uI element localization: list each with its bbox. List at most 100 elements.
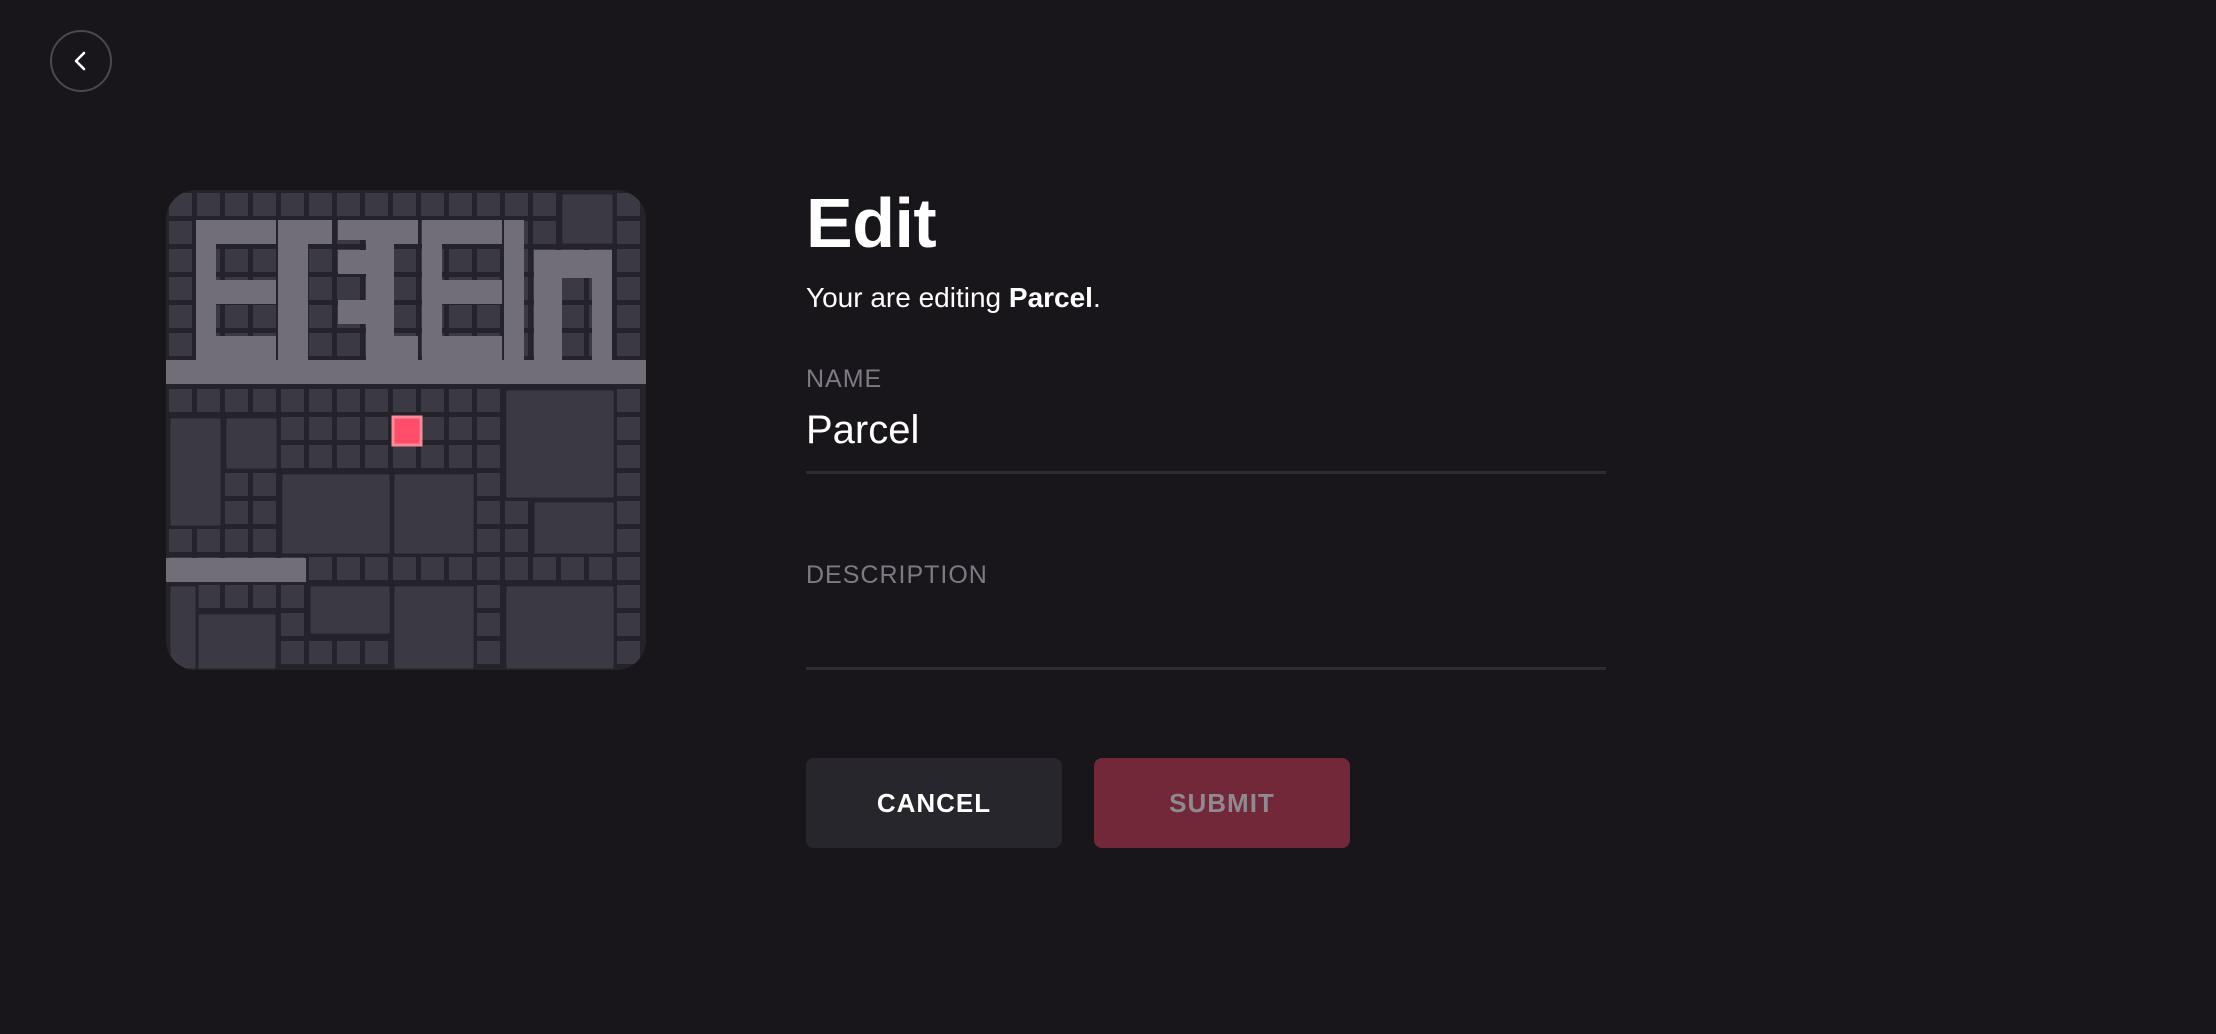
map-tile <box>337 333 360 356</box>
map-tile <box>449 305 472 328</box>
map-road <box>592 250 612 360</box>
map-tile <box>337 417 360 440</box>
map-tile <box>225 585 248 608</box>
map-tile <box>169 277 192 300</box>
map-tile <box>253 193 276 216</box>
map-tile <box>337 193 360 216</box>
map-tile <box>337 389 360 412</box>
map-tile <box>393 193 416 216</box>
map-tile <box>253 585 276 608</box>
map-tile <box>225 473 248 496</box>
map-tile <box>477 445 500 468</box>
map-tile <box>309 333 332 356</box>
map-tile <box>421 389 444 412</box>
map-tile <box>253 473 276 496</box>
map-tile <box>281 389 304 412</box>
map-tile <box>477 193 500 216</box>
map-tile <box>253 501 276 524</box>
map-tile <box>309 193 332 216</box>
map-tile <box>617 445 640 468</box>
name-input[interactable] <box>806 394 1606 474</box>
map-road <box>534 250 562 360</box>
map-tile <box>617 277 640 300</box>
map-tile <box>561 277 584 300</box>
map-tile <box>449 445 472 468</box>
cancel-button[interactable]: CANCEL <box>806 758 1062 848</box>
map-tile <box>225 193 248 216</box>
map-road <box>166 360 646 384</box>
map-tile <box>617 557 640 580</box>
map-tile <box>477 529 500 552</box>
map-road <box>196 220 216 360</box>
map-tile <box>617 333 640 356</box>
map-tile <box>561 333 584 356</box>
map-tile <box>197 529 220 552</box>
parcel-map-preview <box>166 190 646 670</box>
map-tile <box>617 613 640 636</box>
map-tile <box>561 305 584 328</box>
chevron-left-icon <box>74 51 86 71</box>
map-road <box>216 280 276 304</box>
map-tile <box>253 389 276 412</box>
map-tile <box>449 193 472 216</box>
map-tile <box>225 389 248 412</box>
map-tile <box>309 389 332 412</box>
map-tile <box>617 501 640 524</box>
map-tile <box>309 557 332 580</box>
back-button[interactable] <box>50 30 112 92</box>
map-tile <box>505 193 528 216</box>
map-road <box>562 250 592 278</box>
map-tile <box>449 557 472 580</box>
map-tile <box>309 277 332 300</box>
map-tile <box>477 641 500 664</box>
map-tile <box>617 389 640 412</box>
map-tile <box>617 417 640 440</box>
map-estate <box>307 583 393 637</box>
map-tile <box>421 417 444 440</box>
map-tile <box>617 305 640 328</box>
map-road <box>504 220 524 360</box>
map-estate <box>279 471 393 557</box>
map-tile <box>449 417 472 440</box>
map-road <box>442 280 502 304</box>
map-estate <box>167 415 224 529</box>
map-tile <box>617 641 640 664</box>
map-tile <box>533 221 556 244</box>
map-tile <box>561 557 584 580</box>
map-tile <box>589 557 612 580</box>
map-estate <box>503 387 617 501</box>
map-tile <box>477 501 500 524</box>
page-subtitle: Your are editing Parcel. <box>806 280 1606 316</box>
subtitle-suffix: . <box>1092 282 1101 313</box>
map-tile <box>477 417 500 440</box>
map-tile <box>449 389 472 412</box>
map-tile <box>169 221 192 244</box>
map-tile <box>281 641 304 664</box>
map-road <box>442 220 502 244</box>
map-estate <box>559 191 616 247</box>
map-tile <box>393 557 416 580</box>
edit-parcel-page: Edit Your are editing Parcel. NAME DESCR… <box>0 0 2216 1034</box>
map-tile <box>477 585 500 608</box>
map-tile <box>617 473 640 496</box>
map-tile <box>393 389 416 412</box>
map-estate <box>167 583 199 670</box>
map-tile <box>197 389 220 412</box>
map-road <box>366 310 394 338</box>
map-tile <box>421 557 444 580</box>
map-tile <box>281 585 304 608</box>
map-tile <box>477 557 500 580</box>
map-estate <box>503 583 617 670</box>
map-tile <box>337 445 360 468</box>
submit-button[interactable]: SUBMIT <box>1094 758 1350 848</box>
map-tile <box>337 277 360 300</box>
description-input[interactable] <box>806 590 1606 670</box>
map-tile <box>617 529 640 552</box>
map-tile <box>169 529 192 552</box>
name-label: NAME <box>806 365 883 393</box>
map-tile <box>253 249 276 272</box>
subtitle-parcel-name: Parcel <box>1008 282 1093 313</box>
map-tile <box>365 389 388 412</box>
edit-form: Edit Your are editing Parcel. NAME DESCR… <box>806 180 1606 848</box>
map-tile <box>477 613 500 636</box>
